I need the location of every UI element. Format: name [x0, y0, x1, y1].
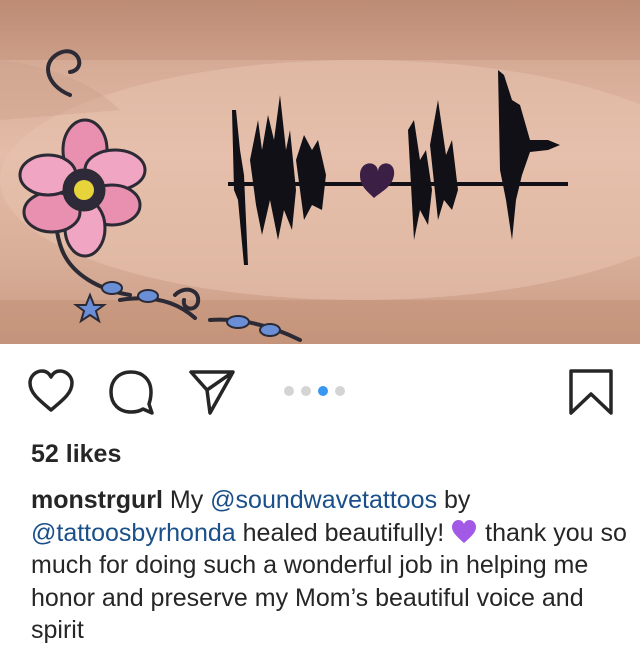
comment-button[interactable]: [105, 366, 157, 418]
share-button[interactable]: [186, 366, 238, 418]
heart-outline-icon: [28, 369, 74, 412]
carousel-dot: [301, 386, 311, 396]
save-button[interactable]: [565, 366, 617, 418]
carousel-indicator: [284, 386, 345, 396]
carousel-dot: [284, 386, 294, 396]
bookmark-icon: [569, 369, 613, 415]
caption-text: healed beautifully!: [235, 518, 445, 547]
caption-text: by: [437, 486, 471, 514]
carousel-dot-active: [318, 386, 328, 396]
caption-text: My: [162, 486, 211, 514]
post-caption: monstrgurl My @soundwavetattoos by @tatt…: [31, 484, 631, 647]
post-photo[interactable]: [0, 0, 640, 344]
caption-mention[interactable]: @soundwavetattoos: [210, 486, 437, 514]
post-action-bar: [0, 344, 640, 436]
caption-username[interactable]: monstrgurl: [31, 486, 163, 514]
comment-bubble-icon: [109, 370, 154, 415]
likes-count[interactable]: 52 likes: [31, 440, 121, 469]
tattoo-photo-illustration: [0, 0, 640, 344]
skin-shadow-top: [0, 0, 640, 60]
carousel-dot: [335, 386, 345, 396]
purple-heart-emoji-icon: [450, 518, 478, 546]
like-button[interactable]: [25, 366, 77, 418]
caption-mention[interactable]: @tattoosbyrhonda: [31, 519, 236, 547]
paper-plane-icon: [189, 370, 235, 415]
